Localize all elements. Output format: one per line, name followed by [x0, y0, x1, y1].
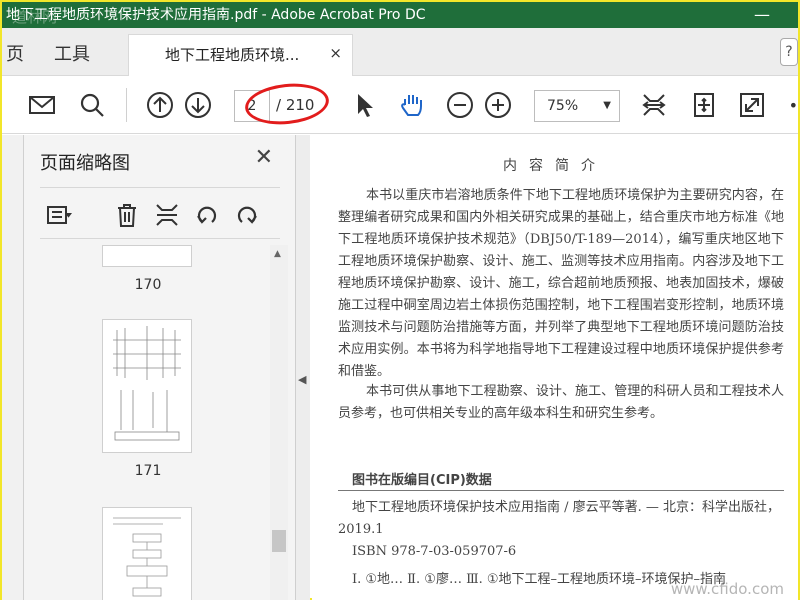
next-page-icon[interactable] [182, 89, 214, 121]
thumbnail-page[interactable] [102, 245, 192, 267]
search-icon[interactable] [76, 89, 108, 121]
prev-page-icon[interactable] [144, 89, 176, 121]
thumbnail-list[interactable]: 170 171 [40, 245, 270, 600]
scroll-up-icon[interactable]: ▲ [274, 249, 281, 259]
zoom-value: 75% [547, 98, 579, 114]
tab-bar: 页 工具 地下工程地质环境... × ? [2, 28, 798, 76]
summary-paragraph-2: 本书可供从事地下工程勘察、设计、施工、管理的科研人员和工程技术人员参考，也可供相… [338, 384, 784, 421]
cip-line: 2019.1 [338, 522, 384, 537]
watermark: www.cfido.com [670, 580, 784, 598]
fit-page-icon[interactable] [638, 89, 670, 121]
panel-close-button[interactable]: ✕ [255, 145, 273, 170]
thumbnail-page-number: 170 [134, 277, 162, 293]
zoom-in-icon[interactable] [482, 89, 514, 121]
hand-icon[interactable] [396, 89, 428, 121]
thumbnail-options-icon[interactable] [44, 200, 74, 230]
tab-close-button[interactable]: × [329, 44, 342, 62]
chevron-down-icon: ▼ [603, 100, 611, 111]
mail-icon[interactable] [26, 89, 58, 121]
tab-tools[interactable]: 工具 [54, 40, 90, 66]
help-button[interactable]: ? [780, 38, 798, 66]
panel-toolbar [40, 187, 280, 239]
more-tools-button[interactable]: • [789, 96, 798, 115]
thumbnail-drawing [113, 517, 181, 597]
page-heading: 内容简介 [503, 158, 607, 174]
thumbnail-page[interactable] [102, 319, 192, 453]
fullscreen-icon[interactable] [736, 89, 768, 121]
rotate-left-icon[interactable] [192, 200, 222, 230]
tab-document-label: 地下工程地质环境... [165, 46, 300, 64]
select-arrow-icon[interactable] [348, 89, 380, 121]
delete-page-icon[interactable] [112, 200, 142, 230]
navigation-strip[interactable] [2, 135, 24, 600]
thumbnail-page-number: 171 [134, 463, 162, 479]
cip-divider [338, 490, 784, 491]
cip-line: 地下工程地质环境保护技术应用指南 / 廖云平等著. — 北京：科学出版社， [352, 500, 781, 515]
document-page: 内容简介 本书以重庆市岩溶地质条件下地下工程地质环境保护为主要研究内容，在整理编… [312, 135, 798, 600]
title-bar: 地下工程地质环境保护技术应用指南.pdf - Adobe Acrobat Pro… [2, 2, 798, 28]
window-title: 地下工程地质环境保护技术应用指南.pdf - Adobe Acrobat Pro… [6, 7, 426, 23]
zoom-out-icon[interactable] [444, 89, 476, 121]
rotate-view-icon[interactable] [688, 89, 720, 121]
tab-document[interactable]: 地下工程地质环境... × [128, 34, 353, 76]
zoom-select[interactable]: 75% ▼ [534, 90, 620, 122]
cip-line: ISBN 978-7-03-059707-6 [352, 544, 517, 559]
summary-paragraph-1: 本书以重庆市岩溶地质条件下地下工程地质环境保护为主要研究内容，在整理编者研究成果… [338, 188, 784, 379]
thumbnail-drawing [113, 326, 181, 441]
toolbar: 2 / 210 75% ▼ • [2, 76, 798, 134]
tab-home[interactable]: 页 [6, 40, 24, 66]
collapse-arrow-icon[interactable]: ◀ [298, 373, 306, 386]
rotate-right-icon[interactable] [232, 200, 262, 230]
toolbar-separator [126, 88, 127, 122]
panel-title: 页面缩略图 [40, 153, 130, 174]
cip-title: 图书在版编目(CIP)数据 [352, 473, 492, 488]
watermark-logo: 道林网 [12, 8, 58, 26]
page-thumbnails-panel: 页面缩略图 ✕ 170 171 ▲ [24, 135, 296, 600]
thumbnail-page[interactable] [102, 507, 192, 600]
scrollbar-thumb[interactable] [272, 530, 286, 552]
minimize-button[interactable]: — [754, 2, 770, 28]
thumbnail-scrollbar[interactable]: ▲ [270, 245, 288, 600]
panel-collapse-bar[interactable]: ◀ [296, 135, 310, 600]
insert-page-icon[interactable] [152, 200, 182, 230]
